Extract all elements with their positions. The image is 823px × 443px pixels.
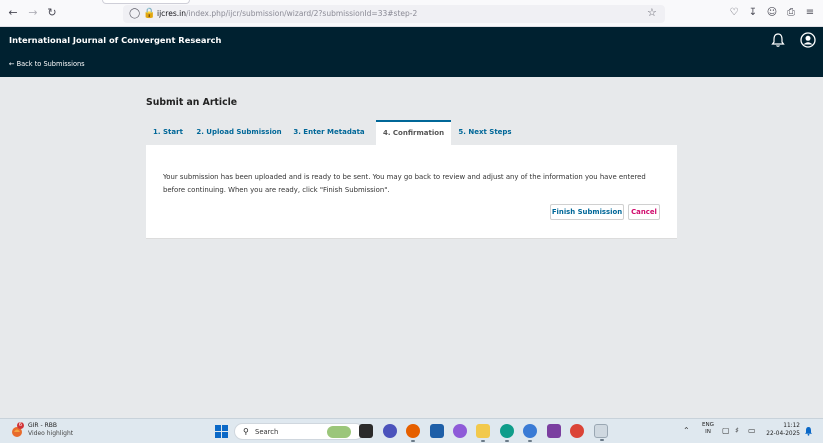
cancel-button[interactable]: Cancel [628,204,660,220]
search-icon: ⚲ [243,427,249,436]
news-widget-subtitle[interactable]: Video highlight [28,430,73,438]
page-title: Submit an Article [146,97,238,108]
tab-next-steps[interactable]: 5. Next Steps [452,120,518,145]
clock[interactable]: 11:12 22-04-2025 [766,422,800,438]
weather-badge: 6 [17,422,24,429]
confirmation-panel: Your submission has been uploaded and is… [146,145,677,238]
browser-tab[interactable] [102,0,190,4]
active-indicator [600,439,604,441]
active-indicator [528,440,532,442]
chevron-up-icon[interactable]: ⌃ [683,424,690,438]
lock-icon[interactable]: 🔒 [143,7,155,21]
menu-icon[interactable]: ≡ [803,6,817,20]
account-icon[interactable]: ☺ [765,6,779,20]
user-profile-icon[interactable] [800,32,816,48]
active-indicator [411,440,415,442]
tab-confirmation[interactable]: 4. Confirmation [376,120,451,145]
back-to-submissions-link[interactable]: ← Back to Submissions [9,59,85,69]
notifications-bell-icon[interactable] [771,32,785,48]
active-indicator [481,440,485,442]
notepad-icon[interactable] [594,424,608,441]
taskbar: 6 GIR - RBB Video highlight ⚲ Search ⌃ E… [0,418,823,443]
browser-toolbar: ← → ↻ ◯ 🔒 ijcres.in/index.php/ijcr/submi… [0,0,823,27]
settings-icon[interactable] [523,424,537,442]
bookmark-star-icon[interactable]: ☆ [647,6,657,20]
clock-date: 22-04-2025 [766,431,800,437]
back-arrow-icon[interactable]: ← [6,6,20,20]
store-icon[interactable] [430,424,444,438]
forward-arrow-icon[interactable]: → [26,6,40,20]
search-highlight-icon [327,426,351,438]
task-view-icon[interactable] [359,424,373,438]
active-indicator [505,440,509,442]
confirmation-message: Your submission has been uploaded and is… [163,173,646,194]
site-header: International Journal of Convergent Rese… [0,27,823,77]
volume-icon[interactable]: ♯ [735,425,739,437]
clock-time: 11:12 [783,423,800,429]
search-placeholder: Search [255,428,279,436]
language-secondary: IN [705,429,711,435]
tab-enter-metadata[interactable]: 3. Enter Metadata [290,120,368,145]
chat-icon[interactable] [383,424,397,438]
taskbar-search[interactable]: ⚲ Search [234,423,364,440]
site-title[interactable]: International Journal of Convergent Rese… [9,34,221,46]
file-explorer-icon[interactable] [476,424,490,442]
network-icon[interactable]: ▢ [722,425,730,437]
tab-upload-submission[interactable]: 2. Upload Submission [192,120,286,145]
copilot-icon[interactable] [453,424,467,438]
tab-start[interactable]: 1. Start [146,120,190,145]
extensions-icon[interactable]: ⎙ [784,6,798,20]
onenote-icon[interactable] [547,424,561,438]
language-primary: ENG [701,422,715,428]
url-path: /index.php/ijcr/submission/wizard/2?subm… [185,9,418,18]
edge-icon[interactable] [500,424,514,442]
address-text[interactable]: ijcres.in/index.php/ijcr/submission/wiza… [157,7,417,21]
download-icon[interactable]: ↧ [746,6,760,20]
url-domain: ijcres.in [157,9,186,18]
notification-bell-icon[interactable] [804,426,813,436]
language-indicator[interactable]: ENG IN [700,422,716,436]
reload-icon[interactable]: ↻ [45,6,59,20]
shield-icon[interactable]: ◯ [129,7,140,21]
firefox-icon[interactable] [406,424,420,442]
windows-start-icon[interactable] [215,425,228,438]
battery-icon[interactable]: ▭ [748,425,756,437]
news-widget-title[interactable]: GIR - RBB [28,422,57,430]
pocket-icon[interactable]: ♡ [727,6,741,20]
chrome-icon[interactable] [570,424,584,438]
finish-submission-button[interactable]: Finish Submission [550,204,624,220]
